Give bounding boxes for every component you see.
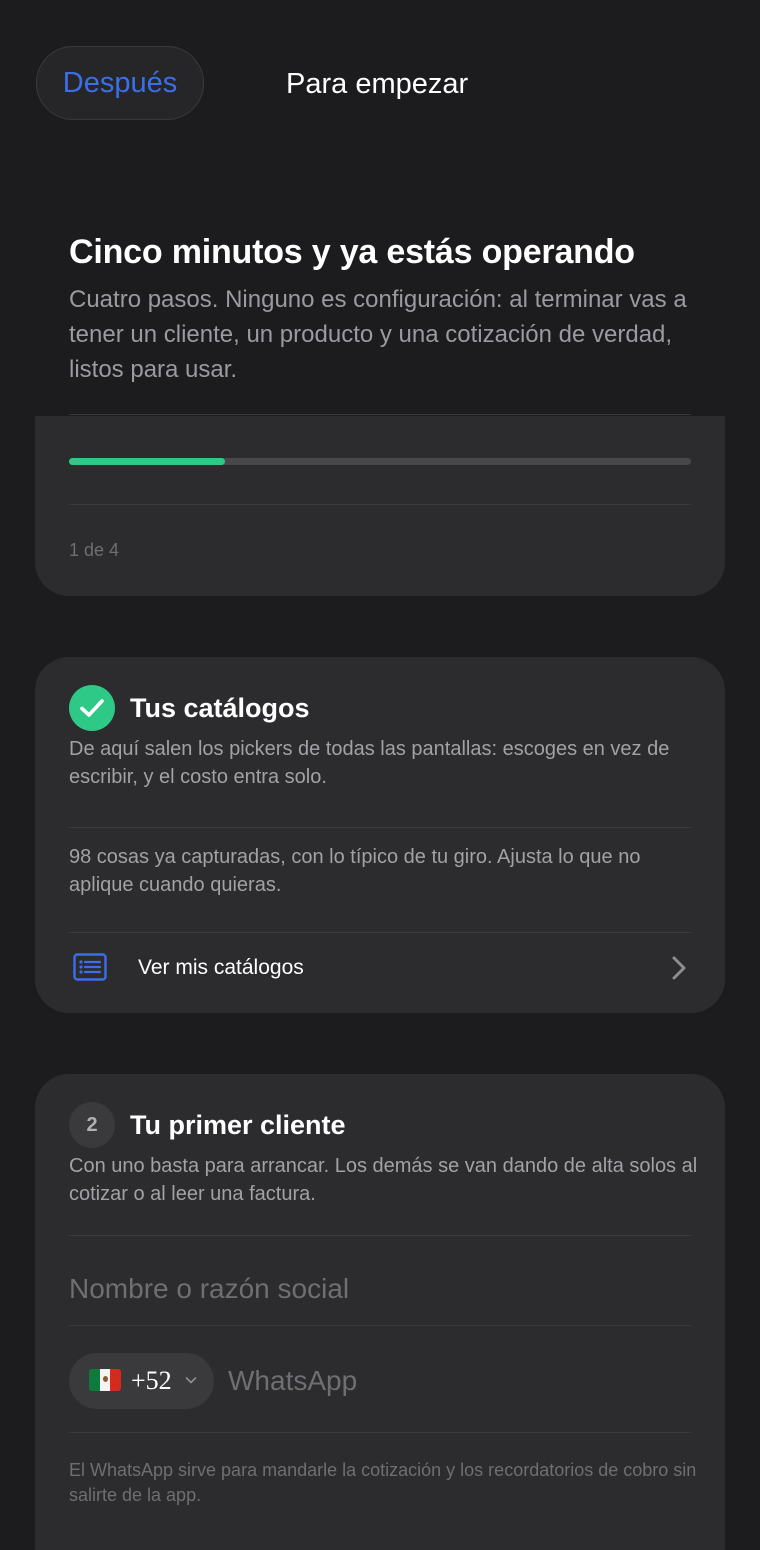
page-title: Para empezar xyxy=(286,68,469,100)
client-name-input[interactable] xyxy=(69,1254,691,1324)
later-button[interactable]: Después xyxy=(36,46,204,120)
whatsapp-help-text: El WhatsApp sirve para mandarle la cotiz… xyxy=(69,1460,697,1505)
progress-card: 1 de 4 xyxy=(35,416,725,596)
checkmark-icon xyxy=(80,699,104,717)
view-catalogs-link[interactable]: Ver mis catálogos xyxy=(35,933,725,1013)
intro-title: Cinco minutos y ya estás operando xyxy=(69,233,635,271)
later-button-label: Después xyxy=(62,66,178,99)
intro-description: Cuatro pasos. Ninguno es configuración: … xyxy=(69,286,687,383)
progress-bar-fill xyxy=(69,458,225,465)
step-divider xyxy=(69,1432,691,1433)
step-divider xyxy=(69,1325,691,1326)
whatsapp-input[interactable] xyxy=(228,1359,688,1403)
step-title: Tus catálogos xyxy=(130,693,310,723)
step-divider xyxy=(69,1235,691,1236)
chevron-down-icon xyxy=(185,1377,197,1384)
step-number-badge: 2 xyxy=(69,1102,115,1148)
step-note: 98 cosas ya capturadas, con lo típico de… xyxy=(69,846,641,896)
country-code-value: +52 xyxy=(131,1366,172,1395)
onboarding-screen: Después Para empezar Cinco minutos y ya … xyxy=(0,10,760,1550)
step-title: Tu primer cliente xyxy=(130,1110,346,1140)
progress-bar xyxy=(69,458,691,465)
mexico-flag-icon xyxy=(89,1369,121,1391)
progress-label: 1 de 4 xyxy=(69,540,120,560)
step-done-badge xyxy=(69,685,115,731)
intro-divider xyxy=(69,414,691,415)
view-catalogs-label: Ver mis catálogos xyxy=(138,956,304,979)
step-divider xyxy=(69,827,691,828)
step-description: Con uno basta para arrancar. Los demás s… xyxy=(69,1155,698,1205)
country-code-picker[interactable]: +52 xyxy=(69,1353,214,1409)
chevron-right-icon xyxy=(672,956,686,980)
step-card-catalogs: Tus catálogos De aquí salen los pickers … xyxy=(35,657,725,1013)
step-card-first-client: 2 Tu primer cliente Con uno basta para a… xyxy=(35,1074,725,1550)
step-description: De aquí salen los pickers de todas las p… xyxy=(69,738,670,788)
list-icon xyxy=(73,953,107,981)
progress-divider xyxy=(69,504,691,505)
